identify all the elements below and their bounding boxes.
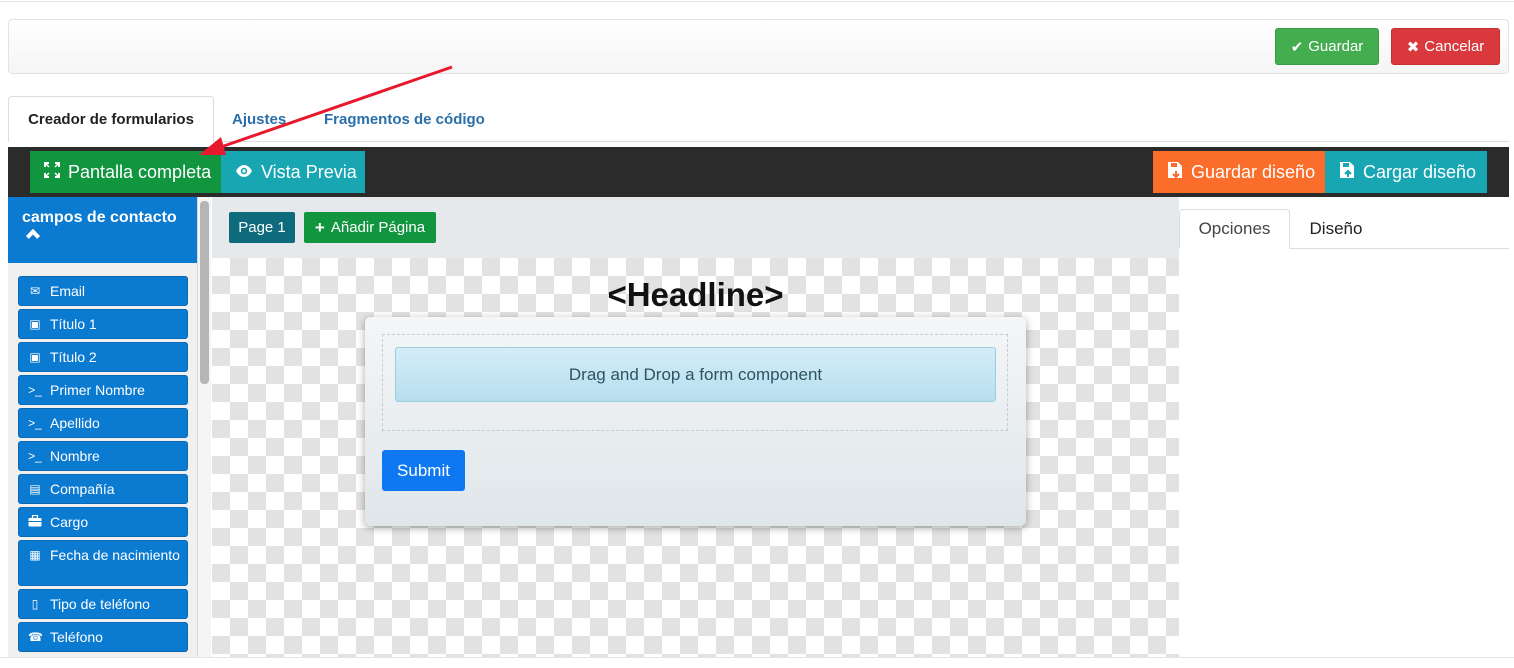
tab-form-builder[interactable]: Creador de formularios	[8, 96, 214, 142]
sidebar-item-company[interactable]: ▤ Compañía	[18, 474, 188, 504]
sidebar-item-email[interactable]: ✉ Email	[18, 276, 188, 306]
save-design-icon	[1167, 161, 1183, 184]
save-button[interactable]: ✔ Guardar	[1275, 28, 1379, 65]
save-design-button[interactable]: Guardar diseño	[1153, 151, 1325, 193]
drop-zone[interactable]: Drag and Drop a form component	[382, 334, 1008, 431]
preview-label: Vista Previa	[261, 161, 357, 182]
terminal-icon: >_	[28, 416, 42, 430]
sidebar-header[interactable]: campos de contacto	[8, 197, 197, 263]
tab-options[interactable]: Opciones	[1179, 209, 1290, 249]
load-design-label: Cargar diseño	[1363, 161, 1477, 182]
mobile-icon: ▯	[31, 597, 39, 611]
tab-code-snippets[interactable]: Fragmentos de código	[324, 96, 485, 142]
building-icon: ▤	[29, 482, 41, 496]
cancel-button-label: Cancelar	[1424, 38, 1485, 55]
sidebar-item-phone-type[interactable]: ▯ Tipo de teléfono	[18, 589, 188, 619]
page-1-button[interactable]: Page 1	[229, 212, 295, 243]
dropdown-icon: ▣	[29, 317, 41, 331]
sidebar-title: campos de contacto	[22, 209, 177, 226]
sidebar-item-label: Teléfono	[50, 629, 103, 645]
calendar-icon: ▦	[29, 548, 41, 562]
submit-button[interactable]: Submit	[382, 450, 465, 491]
terminal-icon: >_	[28, 449, 42, 463]
sidebar-scrollbar[interactable]	[200, 201, 209, 384]
form-card: Drag and Drop a form component Submit	[365, 317, 1026, 526]
sidebar-item-label: Título 1	[50, 316, 97, 332]
builder-toolbar: Pantalla completa Vista Previa Guardar d…	[8, 147, 1509, 197]
sidebar-item-label: Compañía	[50, 481, 115, 497]
cancel-button[interactable]: ✖ Cancelar	[1391, 28, 1500, 65]
sidebar-item-last-name[interactable]: >_ Apellido	[18, 408, 188, 438]
phone-icon: ☎	[28, 630, 43, 644]
field-list: ✉ Email ▣ Título 1 ▣ Título 2 >_ Primer …	[18, 276, 188, 655]
add-page-button[interactable]: + Añadir Página	[304, 212, 436, 243]
terminal-icon: >_	[28, 383, 42, 397]
sidebar-item-first-name[interactable]: >_ Primer Nombre	[18, 375, 188, 405]
contact-fields-sidebar: campos de contacto ✉ Email ▣ Título 1 ▣ …	[8, 197, 198, 657]
sidebar-item-label: Cargo	[50, 514, 89, 530]
briefcase-icon	[28, 514, 42, 530]
properties-tabs: Opciones Diseño	[1179, 209, 1509, 249]
check-icon: ✔	[1290, 38, 1304, 56]
sidebar-item-birthdate[interactable]: ▦ Fecha de nacimiento	[18, 540, 188, 586]
bottom-divider	[0, 657, 1514, 668]
save-button-label: Guardar	[1308, 38, 1364, 55]
sidebar-item-label: Primer Nombre	[50, 382, 145, 398]
add-page-label: Añadir Página	[330, 219, 426, 236]
top-divider	[0, 0, 1514, 2]
fullscreen-label: Pantalla completa	[68, 161, 212, 182]
sidebar-item-label: Fecha de nacimiento	[50, 547, 180, 563]
properties-panel: Opciones Diseño	[1179, 197, 1509, 657]
sidebar-item-label: Apellido	[50, 415, 100, 431]
sidebar-item-label: Tipo de teléfono	[50, 596, 150, 612]
sidebar-item-phone[interactable]: ☎ Teléfono	[18, 622, 188, 652]
save-design-label: Guardar diseño	[1191, 161, 1316, 182]
plus-icon: +	[314, 217, 325, 237]
sidebar-item-title-1[interactable]: ▣ Título 1	[18, 309, 188, 339]
sidebar-item-label: Título 2	[50, 349, 97, 365]
form-builder-page: ✔ Guardar ✖ Cancelar Creador de formular…	[0, 0, 1514, 668]
sidebar-item-name[interactable]: >_ Nombre	[18, 441, 188, 471]
tab-design[interactable]: Diseño	[1291, 209, 1381, 249]
fullscreen-button[interactable]: Pantalla completa	[30, 151, 221, 193]
sidebar-item-label: Nombre	[50, 448, 100, 464]
main-tabs: Creador de formularios Ajustes Fragmento…	[8, 96, 1509, 142]
tab-settings[interactable]: Ajustes	[232, 96, 286, 142]
preview-button[interactable]: Vista Previa	[221, 151, 365, 193]
eye-icon	[235, 162, 253, 183]
sidebar-item-title-2[interactable]: ▣ Título 2	[18, 342, 188, 372]
expand-icon	[44, 161, 60, 183]
load-design-button[interactable]: Cargar diseño	[1325, 151, 1487, 193]
dropdown-icon: ▣	[29, 350, 41, 364]
load-design-icon	[1339, 161, 1355, 184]
drop-message: Drag and Drop a form component	[395, 347, 996, 402]
chevron-up-icon	[25, 228, 41, 244]
page-bar: Page 1 + Añadir Página	[212, 197, 1179, 258]
sidebar-item-label: Email	[50, 283, 86, 299]
close-icon: ✖	[1406, 38, 1420, 56]
form-headline[interactable]: <Headline>	[212, 276, 1179, 314]
envelope-icon: ✉	[29, 284, 41, 298]
sidebar-item-job-title[interactable]: Cargo	[18, 507, 188, 537]
